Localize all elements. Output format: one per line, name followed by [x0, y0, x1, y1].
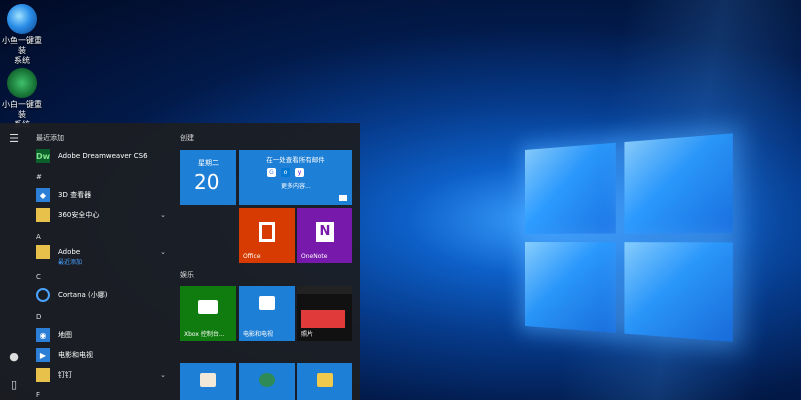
recent-header: 最近添加	[36, 133, 64, 143]
app-item-cortana[interactable]: Cortana (小娜)	[36, 286, 170, 304]
calendar-tile[interactable]: 星期二 20	[180, 150, 236, 205]
tile-area: 创建 星期二 20 在一处查看所有邮件 G o y 更多内容... Office…	[180, 123, 360, 400]
app-item-label: Adobe	[58, 248, 80, 256]
browser-tile[interactable]	[239, 363, 295, 400]
photo-preview-bar	[297, 286, 352, 294]
tile-label: OneNote	[301, 253, 327, 260]
group-entertainment-header: 娱乐	[180, 270, 194, 280]
cube-icon: ◆	[36, 188, 50, 202]
yahoo-icon: y	[295, 168, 304, 177]
user-avatar-icon[interactable]: ●	[8, 351, 20, 363]
app-item-adobe[interactable]: Adobe ⌄	[36, 243, 170, 261]
windows-logo-pane	[624, 242, 732, 342]
desktop-icon-xiaoyu[interactable]: 小鱼一键重装 系统	[0, 0, 44, 66]
windows-logo	[525, 133, 743, 348]
explorer-tile[interactable]	[297, 363, 352, 400]
google-icon: G	[267, 168, 276, 177]
xiaobai-app-icon	[7, 68, 37, 98]
document-icon[interactable]: ▯	[8, 379, 20, 391]
xiaoyu-app-icon	[7, 4, 37, 34]
office-logo-icon	[259, 222, 275, 242]
photos-tile[interactable]: 照片	[297, 286, 352, 341]
tile-label: Xbox 控制台...	[184, 329, 225, 338]
photo-preview-image	[301, 310, 345, 328]
app-item-3d-viewer[interactable]: ◆ 3D 查看器	[36, 186, 170, 204]
store-tile[interactable]	[180, 363, 236, 400]
start-menu: ☰ ● ▯ 最近添加 Dw Adobe Dreamweaver CS6 # ◆ …	[0, 123, 360, 400]
map-icon: ◉	[36, 328, 50, 342]
windows-logo-pane	[525, 242, 616, 333]
film-icon: ▶	[36, 348, 50, 362]
clapperboard-icon	[259, 296, 275, 310]
tile-label: Office	[243, 253, 261, 260]
folder-icon	[36, 208, 50, 222]
globe-icon	[259, 373, 275, 387]
section-letter[interactable]: C	[36, 273, 41, 281]
folder-icon	[317, 373, 333, 387]
app-item-label: Adobe Dreamweaver CS6	[58, 152, 148, 160]
desktop-icon-label: 小白一键重装	[0, 100, 44, 120]
section-letter[interactable]: D	[36, 313, 41, 321]
xbox-console-icon	[198, 300, 218, 314]
folder-icon	[36, 368, 50, 382]
dreamweaver-icon: Dw	[36, 149, 50, 163]
app-item-dingding[interactable]: 钉钉 ⌄	[36, 366, 170, 384]
app-item-label: Cortana (小娜)	[58, 290, 108, 300]
xbox-tile[interactable]: Xbox 控制台...	[180, 286, 236, 341]
section-letter[interactable]: F	[36, 391, 40, 399]
mail-header: 在一处查看所有邮件	[239, 154, 352, 164]
envelope-icon	[339, 195, 347, 201]
desktop-icon-xiaobai[interactable]: 小白一键重装 系统	[0, 64, 44, 130]
mail-tile[interactable]: 在一处查看所有邮件 G o y 更多内容...	[239, 150, 352, 205]
section-letter[interactable]: A	[36, 233, 41, 241]
store-bag-icon	[200, 373, 216, 387]
movies-tile[interactable]: 电影和电视	[239, 286, 295, 341]
chevron-down-icon: ⌄	[160, 248, 166, 256]
app-item-label: 钉钉	[58, 370, 72, 380]
windows-logo-pane	[525, 143, 616, 234]
start-rail: ☰ ● ▯	[0, 123, 28, 400]
chevron-down-icon: ⌄	[160, 211, 166, 219]
app-item-maps[interactable]: ◉ 地图	[36, 326, 170, 344]
app-item-360[interactable]: 360安全中心 ⌄	[36, 206, 170, 224]
mail-provider-icons: G o y	[267, 168, 304, 177]
app-item-label: 3D 查看器	[58, 190, 91, 200]
tile-label: 电影和电视	[243, 329, 273, 338]
onenote-logo-icon: N	[316, 222, 334, 242]
folder-icon	[36, 245, 50, 259]
windows-logo-pane	[624, 133, 732, 233]
app-list: 最近添加 Dw Adobe Dreamweaver CS6 # ◆ 3D 查看器…	[30, 123, 170, 400]
app-item-label: 地图	[58, 330, 72, 340]
recently-added-badge: 最近添加	[58, 257, 82, 266]
outlook-icon: o	[281, 168, 290, 177]
app-item-dreamweaver[interactable]: Dw Adobe Dreamweaver CS6	[36, 147, 170, 165]
cortana-icon	[36, 288, 50, 302]
app-item-label: 电影和电视	[58, 350, 93, 360]
app-item-movies[interactable]: ▶ 电影和电视	[36, 346, 170, 364]
app-item-label: 360安全中心	[58, 210, 99, 220]
tile-label: 照片	[301, 329, 313, 338]
desktop-icon-label: 小鱼一键重装	[0, 36, 44, 56]
hamburger-menu-icon[interactable]: ☰	[8, 133, 20, 145]
calendar-date: 20	[194, 170, 219, 194]
mail-more-text: 更多内容...	[281, 181, 311, 190]
section-letter[interactable]: #	[36, 173, 42, 181]
group-create-header: 创建	[180, 133, 194, 143]
onenote-tile[interactable]: N OneNote	[297, 208, 352, 263]
calendar-day: 星期二	[198, 158, 219, 168]
office-tile[interactable]: Office	[239, 208, 295, 263]
chevron-down-icon: ⌄	[160, 371, 166, 379]
